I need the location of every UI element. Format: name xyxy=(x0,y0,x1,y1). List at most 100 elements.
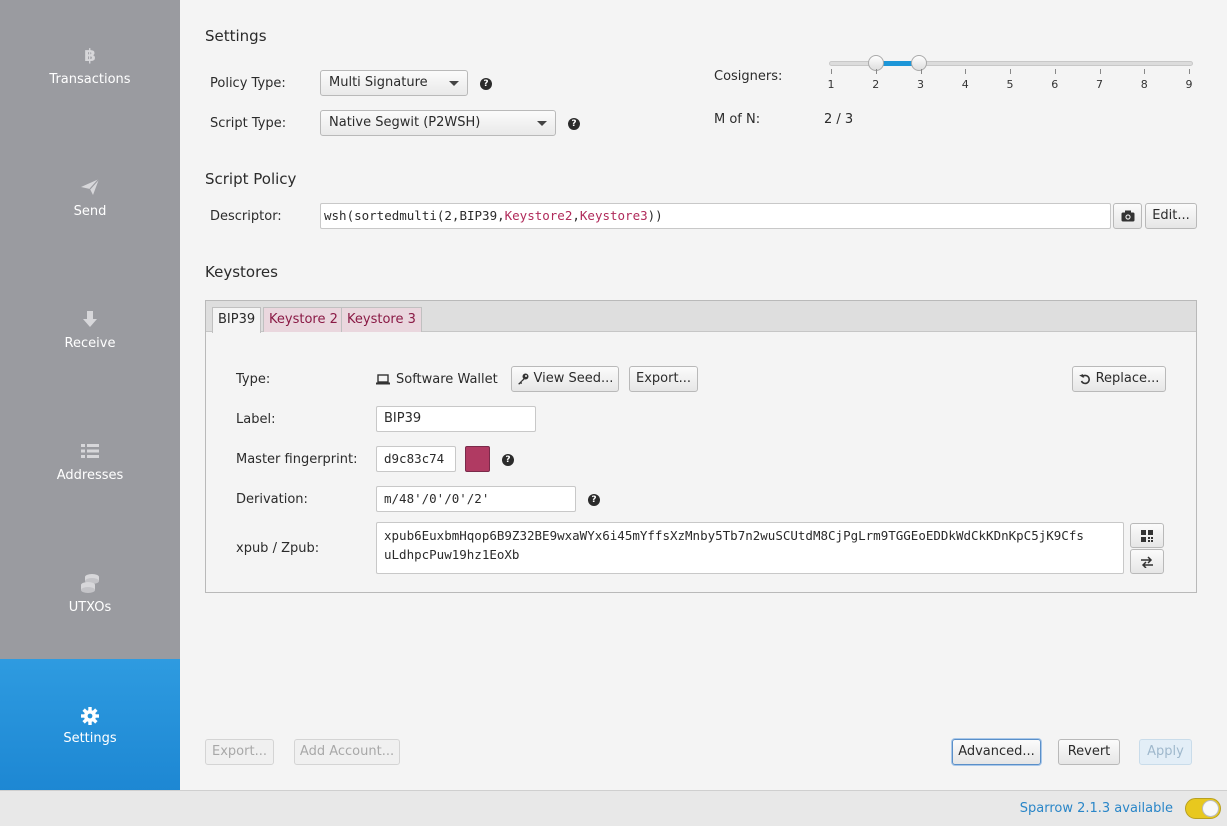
tab-bip39[interactable]: BIP39 xyxy=(212,307,262,333)
cosigners-label: Cosigners: xyxy=(714,69,783,84)
sidebar-item-label: Addresses xyxy=(56,468,124,483)
apply-button[interactable]: Apply xyxy=(1139,739,1192,765)
paper-plane-icon xyxy=(0,176,180,198)
camera-icon xyxy=(1121,210,1134,222)
replace-button[interactable]: Replace... xyxy=(1072,366,1166,392)
policy-type-select[interactable]: Multi Signature xyxy=(320,70,468,96)
label-input[interactable]: BIP39 xyxy=(376,406,536,432)
add-account-button[interactable]: Add Account... xyxy=(294,739,400,765)
slider-tick-label: 7 xyxy=(1096,78,1103,91)
sidebar-item-receive[interactable]: Receive xyxy=(0,264,180,396)
slider-tick-label: 2 xyxy=(872,78,880,91)
help-icon[interactable]: ? xyxy=(568,118,580,130)
toggle-knob xyxy=(1202,800,1219,817)
descriptor-keystore2: Keystore2 xyxy=(504,208,573,223)
policy-type-label: Policy Type: xyxy=(210,76,286,91)
exchange-icon xyxy=(1141,555,1153,568)
settings-title: Settings xyxy=(205,27,267,45)
arrow-down-icon xyxy=(0,308,180,330)
m-of-n-label: M of N: xyxy=(714,112,761,127)
slider-tick xyxy=(1054,69,1056,74)
slider-tick-label: 9 xyxy=(1185,78,1193,91)
script-type-label: Script Type: xyxy=(210,116,287,131)
sidebar-item-send[interactable]: Send xyxy=(0,132,180,264)
script-type-value: Native Segwit (P2WSH) xyxy=(329,115,481,130)
policy-type-value: Multi Signature xyxy=(329,75,428,90)
coins-icon xyxy=(0,572,180,594)
wallet-type: Software Wallet xyxy=(376,372,498,387)
sidebar-item-label: Settings xyxy=(63,731,117,746)
m-of-n-value: 2 / 3 xyxy=(824,112,854,127)
tab-keystore-3[interactable]: Keystore 3 xyxy=(341,307,422,332)
slider-tick xyxy=(831,69,832,74)
slider-tick-label: 6 xyxy=(1051,78,1059,91)
help-icon[interactable]: ? xyxy=(588,494,600,506)
edit-descriptor-button[interactable]: Edit... xyxy=(1145,203,1197,229)
revert-button[interactable]: Revert xyxy=(1058,739,1120,765)
script-type-select[interactable]: Native Segwit (P2WSH) xyxy=(320,110,556,136)
cosigners-slider-thumb-high[interactable] xyxy=(911,55,927,71)
slider-tick-label: 8 xyxy=(1140,78,1148,91)
chevron-down-icon xyxy=(537,121,547,126)
slider-tick xyxy=(1144,69,1146,74)
view-seed-button[interactable]: View Seed... xyxy=(511,366,619,392)
view-seed-label: View Seed... xyxy=(533,371,614,386)
xpub-line-1: xpub6EuxbmHqop6B9Z32BE9wxaWYx6i45mYffsXz… xyxy=(384,528,1084,543)
fingerprint-color-swatch xyxy=(465,446,490,472)
xpub-line-2: uLdhpcPuw19hz1EoXb xyxy=(384,547,520,562)
export-wallet-button[interactable]: Export... xyxy=(205,739,274,765)
label-label: Label: xyxy=(236,412,276,427)
fingerprint-input[interactable]: d9c83c74 xyxy=(376,446,456,472)
descriptor-keystore3: Keystore3 xyxy=(579,208,648,223)
slider-tick xyxy=(875,69,877,74)
slider-tick-label: 5 xyxy=(1006,78,1014,91)
sidebar-item-label: UTXOs xyxy=(68,600,112,615)
slider-tick-label: 1 xyxy=(827,78,835,91)
descriptor-field[interactable]: wsh(sortedmulti(2,BIP39,Keystore2,Keysto… xyxy=(320,203,1111,229)
descriptor-label: Descriptor: xyxy=(210,209,282,224)
sidebar-item-label: Send xyxy=(73,204,107,219)
fingerprint-label: Master fingerprint: xyxy=(236,452,358,467)
camera-button[interactable] xyxy=(1113,203,1142,229)
slider-tick xyxy=(920,69,922,74)
descriptor-text-comma: , xyxy=(572,208,580,223)
show-qr-button[interactable] xyxy=(1130,523,1164,548)
sidebar-item-addresses[interactable]: Addresses xyxy=(0,396,180,528)
list-icon xyxy=(0,440,180,462)
script-policy-title: Script Policy xyxy=(205,170,297,188)
sidebar-item-label: Transactions xyxy=(49,72,131,87)
gear-icon xyxy=(0,705,180,727)
sidebar: ฿ Transactions Send Receive Addresses UT… xyxy=(0,0,180,791)
replace-label: Replace... xyxy=(1095,371,1160,386)
tab-keystore-2[interactable]: Keystore 2 xyxy=(263,307,344,332)
update-available-link[interactable]: Sparrow 2.1.3 available xyxy=(1020,801,1173,816)
slider-tick xyxy=(1010,69,1011,74)
key-icon xyxy=(517,373,529,385)
descriptor-text-prefix: wsh(sortedmulti(2,BIP39, xyxy=(324,208,505,223)
advanced-button[interactable]: Advanced... xyxy=(952,739,1041,765)
xpub-label: xpub / Zpub: xyxy=(236,541,320,556)
bitcoin-icon: ฿ xyxy=(0,44,180,66)
type-label: Type: xyxy=(236,372,271,387)
undo-icon xyxy=(1078,374,1090,385)
keystores-title: Keystores xyxy=(205,263,278,281)
help-icon[interactable]: ? xyxy=(480,78,492,90)
theme-toggle[interactable] xyxy=(1185,798,1221,819)
status-bar: Sparrow 2.1.3 available xyxy=(0,790,1227,826)
derivation-input[interactable]: m/48'/0'/0'/2' xyxy=(376,486,576,512)
chevron-down-icon xyxy=(449,81,459,86)
keystores-tab-bar: BIP39 Keystore 2 Keystore 3 xyxy=(206,301,1196,333)
svg-text:฿: ฿ xyxy=(84,46,96,65)
slider-tick-label: 3 xyxy=(917,78,924,91)
help-icon[interactable]: ? xyxy=(502,454,514,466)
xpub-textarea[interactable]: xpub6EuxbmHqop6B9Z32BE9wxaWYx6i45mYffsXz… xyxy=(376,522,1124,574)
switch-format-button[interactable] xyxy=(1130,549,1164,574)
wallet-type-value: Software Wallet xyxy=(396,372,498,387)
derivation-label: Derivation: xyxy=(236,492,308,507)
sidebar-item-transactions[interactable]: ฿ Transactions xyxy=(0,0,180,132)
qrcode-icon xyxy=(1141,529,1153,542)
sidebar-item-utxos[interactable]: UTXOs xyxy=(0,528,180,660)
export-keystore-button[interactable]: Export... xyxy=(629,366,698,392)
slider-tick xyxy=(965,69,967,74)
sidebar-item-settings[interactable]: Settings xyxy=(0,659,180,791)
